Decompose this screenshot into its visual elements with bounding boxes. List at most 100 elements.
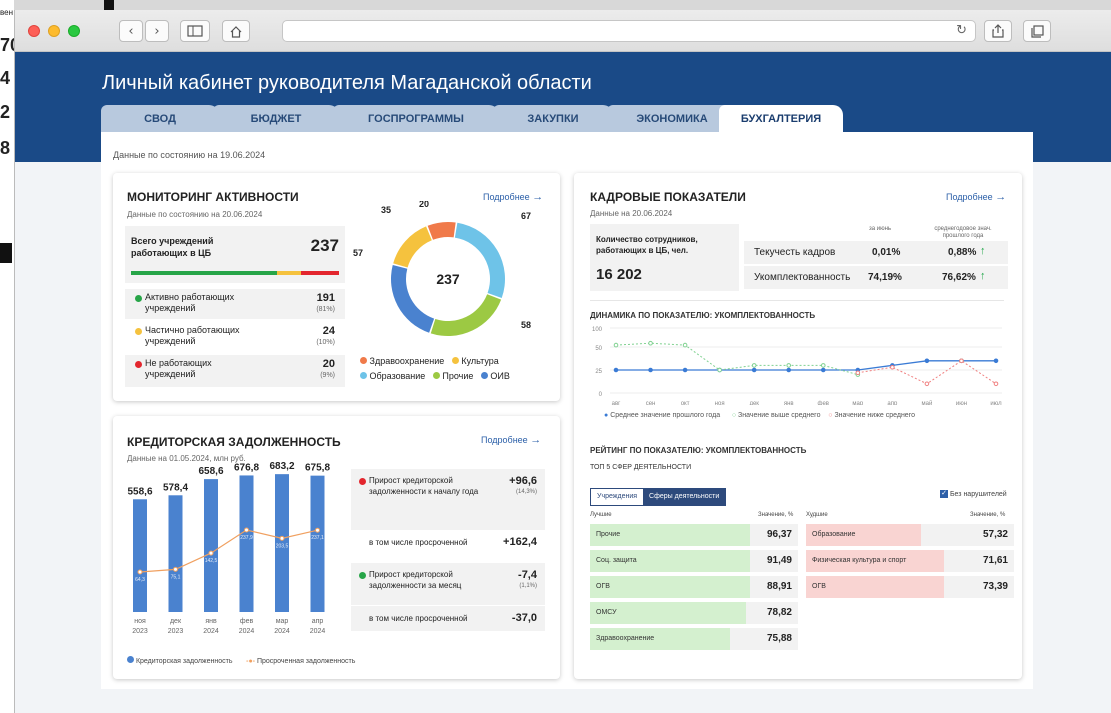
data-point[interactable] — [648, 367, 653, 373]
data-point[interactable] — [279, 535, 285, 541]
row-pct: (9%) — [320, 372, 335, 379]
data-point[interactable] — [993, 358, 999, 364]
row-value: 191 — [316, 292, 335, 304]
data-point[interactable] — [820, 367, 826, 373]
sidebar-button[interactable] — [180, 20, 210, 42]
x-tick-label: фев — [240, 618, 254, 625]
reload-icon[interactable]: ↻ — [956, 23, 967, 38]
donut-segment[interactable] — [454, 222, 505, 299]
worst-list: Образование 57,32 Физическая культура и сп… — [806, 524, 1014, 602]
data-point[interactable] — [855, 370, 861, 376]
green-dot-icon — [135, 295, 142, 302]
toggle-institutions[interactable]: Учреждения — [591, 489, 644, 505]
rating-value: 71,61 — [982, 555, 1008, 566]
data-point[interactable] — [924, 358, 930, 364]
browser-toolbar: ‹ › ↻ — [15, 10, 1111, 52]
data-point[interactable] — [682, 367, 688, 373]
bar[interactable] — [133, 499, 147, 612]
data-point[interactable] — [959, 358, 964, 364]
data-point[interactable] — [786, 367, 792, 373]
row-label: Текучесть кадров — [754, 247, 836, 258]
col-header: за июнь — [869, 226, 892, 232]
minimize-window-button[interactable] — [48, 25, 60, 37]
donut-segment[interactable] — [427, 222, 456, 240]
data-point[interactable] — [890, 364, 895, 370]
back-button[interactable]: ‹ — [119, 20, 143, 42]
data-point[interactable] — [315, 527, 320, 533]
tab-bar: СВОД БЮДЖЕТ ГОСПРОГРАММЫ ЗАКУПКИ ЭКОНОМИ… — [101, 105, 861, 132]
tab-accounting[interactable]: БУХГАЛТЕРИЯ — [719, 105, 843, 132]
data-point[interactable] — [613, 367, 619, 373]
bar[interactable] — [310, 475, 325, 612]
data-point[interactable] — [208, 550, 214, 556]
credit-title: КРЕДИТОРСКАЯ ЗАДОЛЖЕННОСТЬ — [127, 435, 341, 449]
forward-button[interactable]: › — [145, 20, 169, 42]
legend-item: ○ Значение ниже среднего — [828, 412, 915, 419]
tab-economy[interactable]: ЭКОНОМИКА — [607, 105, 737, 132]
rating-row: Здравоохранение 75,88 — [590, 628, 798, 650]
bar[interactable] — [168, 495, 183, 612]
tab-svod[interactable]: СВОД — [101, 105, 219, 132]
x-tick-label: янв — [205, 618, 217, 625]
data-point[interactable] — [682, 342, 688, 348]
tab-procurement[interactable]: ЗАКУПКИ — [493, 105, 613, 132]
data-point[interactable] — [648, 340, 653, 346]
line-value-label: 75,1 — [171, 574, 181, 580]
data-point[interactable] — [751, 363, 757, 368]
bar-value-label: 658,6 — [198, 466, 223, 477]
total-value: 237 — [310, 236, 339, 255]
x-tick-label: май — [921, 400, 932, 405]
credit-card: КРЕДИТОРСКАЯ ЗАДОЛЖЕННОСТЬ Данные на 01.… — [113, 416, 560, 679]
data-point[interactable] — [173, 566, 178, 572]
data-point[interactable] — [751, 367, 757, 373]
donut-value-label: 20 — [419, 201, 429, 209]
dynamics-legend: ● Среднее значение прошлого года ○ Значе… — [604, 412, 915, 419]
tabs-button[interactable] — [1023, 20, 1051, 42]
close-window-button[interactable] — [28, 25, 40, 37]
row-label: Активно работающих учреждений — [145, 292, 235, 313]
row-value: 76,62% — [942, 272, 976, 283]
data-point[interactable] — [993, 381, 999, 387]
credit-more-link[interactable]: Подробнее → — [481, 434, 541, 446]
block-pct: (1,1%) — [519, 583, 537, 589]
tab-goprograms[interactable]: ГОСПРОГРАММЫ — [333, 105, 499, 132]
data-point[interactable] — [924, 381, 930, 387]
donut-value-label: 57 — [353, 248, 363, 258]
address-bar[interactable]: ↻ — [282, 20, 976, 42]
rating-value: 96,37 — [766, 529, 792, 540]
maximize-window-button[interactable] — [68, 25, 80, 37]
donut-segment[interactable] — [430, 294, 502, 336]
toggle-spheres[interactable]: Сферы деятельности — [643, 489, 726, 505]
data-point[interactable] — [244, 527, 249, 533]
no-violators-checkbox[interactable]: ✓ Без нарушителей — [940, 490, 1007, 498]
bar[interactable] — [239, 475, 254, 612]
share-button[interactable] — [984, 20, 1012, 42]
data-point[interactable] — [820, 363, 826, 368]
rating-value: 91,49 — [766, 555, 792, 566]
sub-value: -37,0 — [511, 612, 537, 624]
x-tick-label: 2024 — [310, 628, 326, 635]
data-point[interactable] — [137, 569, 143, 575]
monitoring-date: Данные по состоянию на 20.06.2024 — [127, 210, 263, 219]
x-tick-label: янв — [784, 401, 794, 405]
donut-segment[interactable] — [393, 226, 432, 268]
staff-value: 16 202 — [596, 266, 642, 283]
x-tick-label: июл — [990, 401, 1002, 405]
donut-center-label: 237 — [436, 271, 460, 287]
home-button[interactable] — [222, 20, 250, 42]
legend-item: Образование — [360, 371, 425, 381]
background-text: 2 — [0, 102, 11, 122]
data-point[interactable] — [717, 367, 722, 373]
y-tick-label: 100 — [592, 327, 603, 333]
data-point[interactable] — [786, 363, 792, 368]
donut-segment[interactable] — [391, 265, 435, 333]
table-row: Текучесть кадров 0,01% 0,88% ↑ — [744, 241, 1008, 264]
arrow-right-icon: → — [530, 434, 542, 446]
hr-more-link[interactable]: Подробнее → — [946, 191, 1006, 203]
x-tick-label: сен — [646, 401, 656, 405]
bar[interactable] — [204, 479, 218, 612]
tab-budget[interactable]: БЮДЖЕТ — [213, 105, 339, 132]
data-point[interactable] — [613, 342, 619, 348]
rating-row: Прочие 96,37 — [590, 524, 798, 546]
green-dot-icon — [359, 572, 366, 579]
